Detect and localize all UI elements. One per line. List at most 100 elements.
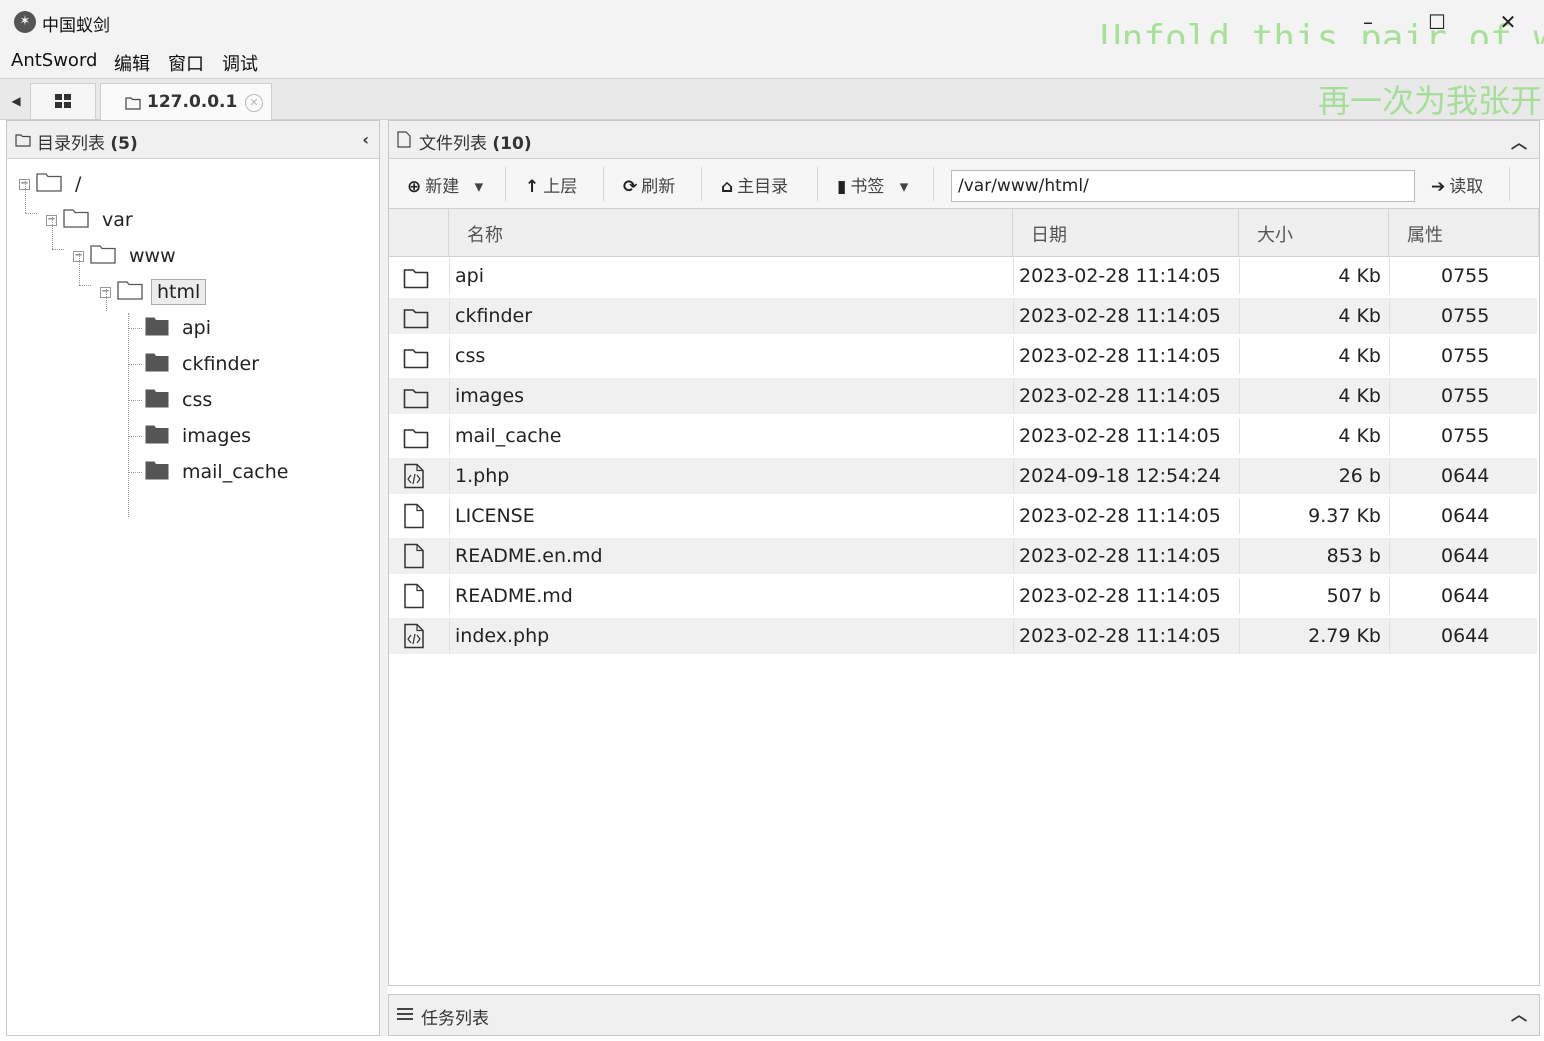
tree-node-var[interactable]: − var: [46, 205, 138, 235]
table-row[interactable]: index.php 2023-02-28 11:14:05 2.79 Kb 0644: [389, 618, 1537, 654]
column-divider: [449, 378, 450, 414]
column-name[interactable]: 名称: [449, 209, 1013, 257]
file-attr: 0644: [1441, 465, 1490, 487]
panel-splitter[interactable]: [380, 120, 388, 1036]
column-divider: [1013, 538, 1014, 574]
minimize-button[interactable]: –: [1348, 8, 1388, 36]
table-row[interactable]: mail_cache 2023-02-28 11:14:05 4 Kb 0755: [389, 418, 1537, 454]
tree-node-label[interactable]: css: [177, 388, 217, 412]
table-row[interactable]: images 2023-02-28 11:14:05 4 Kb 0755: [389, 378, 1537, 414]
column-date[interactable]: 日期: [1013, 209, 1239, 257]
list-icon: [397, 1008, 413, 1022]
column-divider: [1013, 578, 1014, 614]
file-date: 2023-02-28 11:14:05: [1019, 425, 1221, 447]
tree-node-html[interactable]: − html: [100, 277, 207, 307]
column-divider: [1239, 338, 1240, 374]
read-button[interactable]: ➔ 读取: [1431, 172, 1483, 197]
maximize-button[interactable]: ☐: [1417, 8, 1457, 36]
refresh-icon: ⟳: [623, 177, 638, 197]
tab-scroll-left-icon[interactable]: ◀: [6, 89, 26, 113]
table-row[interactable]: ckfinder 2023-02-28 11:14:05 4 Kb 0755: [389, 298, 1537, 334]
file-size: 4 Kb: [1338, 425, 1381, 447]
file-date: 2023-02-28 11:14:05: [1019, 305, 1221, 327]
file-attr: 0644: [1441, 585, 1490, 607]
file-name: 1.php: [455, 465, 510, 487]
refresh-button[interactable]: ⟳ 刷新: [623, 172, 675, 197]
file-panel-header: 文件列表 (10) ︿: [389, 121, 1539, 159]
file-name: README.en.md: [455, 545, 603, 567]
file-name: LICENSE: [455, 505, 535, 527]
file-size: 507 b: [1326, 585, 1381, 607]
tab-bar: ◀ 127.0.0.1 ✕: [0, 78, 1544, 121]
new-button[interactable]: ⊕ 新建 ▾: [407, 172, 483, 197]
menu-debug[interactable]: 调试: [222, 50, 258, 76]
menu-window[interactable]: 窗口: [168, 50, 204, 76]
file-attr: 0755: [1441, 385, 1490, 407]
file-attr: 0755: [1441, 345, 1490, 367]
path-input[interactable]: [951, 170, 1415, 202]
column-divider: [1239, 298, 1240, 334]
tree-node-api[interactable]: api: [145, 313, 216, 343]
tree-node-label[interactable]: var: [97, 208, 138, 232]
tree-node-label[interactable]: api: [177, 316, 216, 340]
antsword-logo-icon: ✶: [14, 11, 36, 33]
code-file-icon: [403, 618, 435, 654]
collapse-up-icon[interactable]: ︿: [1511, 129, 1527, 153]
table-row[interactable]: README.md 2023-02-28 11:14:05 507 b 0644: [389, 578, 1537, 614]
close-button[interactable]: ✕: [1488, 8, 1528, 36]
column-divider: [449, 498, 450, 534]
tree-node-label[interactable]: www: [124, 244, 181, 268]
column-divider: [1239, 538, 1240, 574]
tree-node-ckfinder[interactable]: ckfinder: [145, 349, 264, 379]
folder-icon: [145, 353, 169, 376]
tab-127-0-0-1[interactable]: 127.0.0.1 ✕: [100, 83, 272, 121]
tree-node-label[interactable]: /: [70, 172, 86, 196]
table-row[interactable]: README.en.md 2023-02-28 11:14:05 853 b 0644: [389, 538, 1537, 574]
folder-open-icon: [117, 280, 143, 304]
table-row[interactable]: 1.php 2024-09-18 12:54:24 26 b 0644: [389, 458, 1537, 494]
home-icon: ⌂: [721, 177, 734, 197]
table-row[interactable]: api 2023-02-28 11:14:05 4 Kb 0755: [389, 258, 1537, 294]
collapse-left-icon[interactable]: ‹: [362, 130, 369, 149]
tree-node-label[interactable]: images: [177, 424, 256, 448]
home-button[interactable]: ⌂ 主目录: [721, 172, 788, 197]
file-icon: [403, 498, 435, 534]
column-divider: [1389, 378, 1390, 414]
tree-node-mailcache[interactable]: mail_cache: [145, 457, 293, 487]
file-date: 2023-02-28 11:14:05: [1019, 345, 1221, 367]
tree-node-images[interactable]: images: [145, 421, 256, 451]
tree-node-label[interactable]: html: [151, 279, 207, 305]
tree-node-label[interactable]: mail_cache: [177, 460, 293, 484]
menu-edit[interactable]: 编辑: [114, 50, 150, 76]
bookmark-button[interactable]: ▮ 书签 ▾: [837, 172, 908, 197]
task-panel: 任务列表 ︿: [388, 994, 1540, 1036]
tree-node-label[interactable]: ckfinder: [177, 352, 264, 376]
tab-home[interactable]: [30, 83, 96, 119]
up-button[interactable]: ↑ 上层: [525, 172, 577, 197]
tree-connector: [128, 364, 142, 365]
tab-close-icon[interactable]: ✕: [245, 94, 263, 112]
column-size[interactable]: 大小: [1239, 209, 1389, 257]
file-attr: 0644: [1441, 625, 1490, 647]
tree-node-css[interactable]: css: [145, 385, 217, 415]
column-divider: [1389, 498, 1390, 534]
file-icon: [403, 538, 435, 574]
tree-node-[interactable]: − /: [19, 169, 86, 199]
folder-icon: [403, 338, 435, 374]
collapse-up-icon[interactable]: ︿: [1511, 1001, 1527, 1025]
folder-open-icon: [90, 244, 116, 268]
title-bar: ✶ 中国蚁剑 Unfold this pair of w – ☐ ✕: [0, 0, 1544, 59]
table-row[interactable]: LICENSE 2023-02-28 11:14:05 9.37 Kb 0644: [389, 498, 1537, 534]
folder-icon: [125, 97, 141, 110]
column-divider: [1389, 298, 1390, 334]
column-attr[interactable]: 属性: [1389, 209, 1539, 257]
tree-connector: [128, 436, 142, 437]
menu-antsword[interactable]: AntSword: [11, 50, 97, 71]
file-panel: 文件列表 (10) ︿ ⊕新建 ▾ ↑上层 ⟳刷新 ⌂主目录 ▮书签 ▾ ➔读取…: [388, 120, 1540, 986]
arrow-right-icon: ➔: [1431, 177, 1446, 197]
table-row[interactable]: css 2023-02-28 11:14:05 4 Kb 0755: [389, 338, 1537, 374]
tree-node-www[interactable]: − www: [73, 241, 181, 271]
file-date: 2023-02-28 11:14:05: [1019, 265, 1221, 287]
column-divider: [1389, 578, 1390, 614]
tree-connector: [25, 181, 26, 213]
